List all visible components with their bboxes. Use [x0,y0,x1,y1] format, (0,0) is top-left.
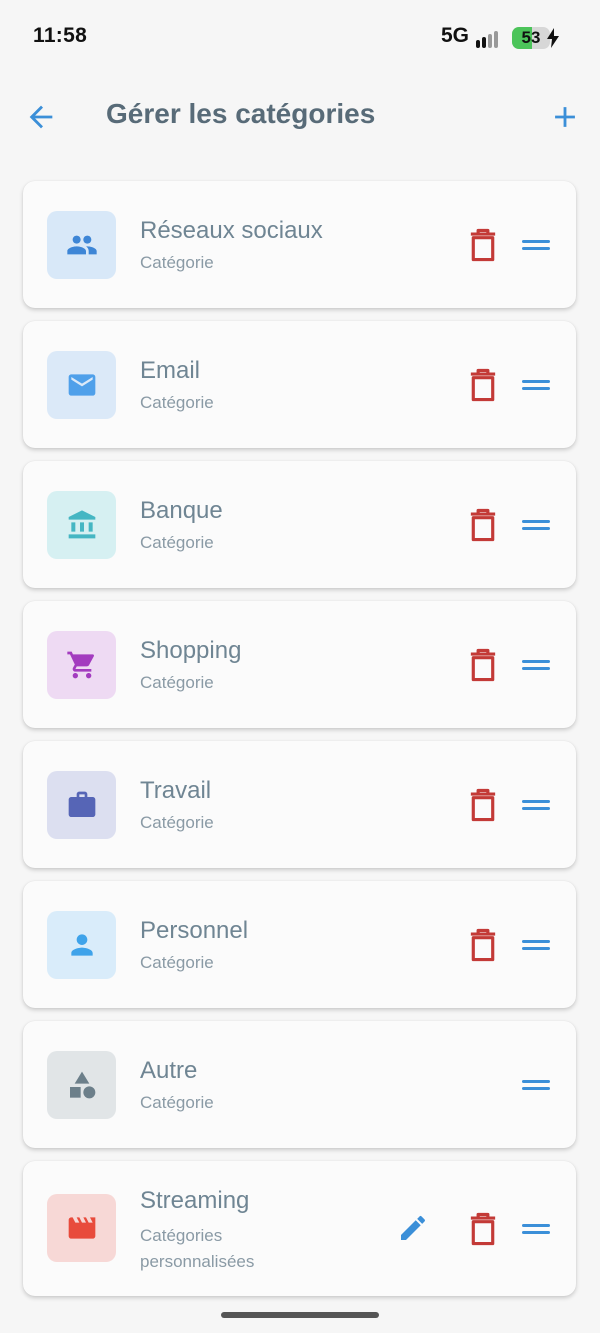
person-icon [70,934,93,956]
battery-icon: 53 [512,27,550,49]
category-card-banque[interactable]: Banque Catégorie [23,461,576,588]
drag-handle-icon[interactable] [520,791,552,819]
drag-handle-icon[interactable] [520,1071,552,1099]
category-name: Email [140,357,201,384]
category-name: Streaming [140,1187,250,1214]
status-bar: 11:58 5G 53 [0,0,600,76]
trash-icon[interactable] [468,788,498,822]
category-subtitle: Catégorie [140,953,214,972]
drag-handle-icon[interactable] [520,371,552,399]
arrow-left-icon[interactable] [24,100,58,134]
battery-level: 53 [521,28,541,47]
category-subtitle: Catégorie [140,393,214,412]
category-icon-box [47,771,116,839]
category-name: Personnel [140,917,249,944]
clapperboard-icon [68,1217,95,1239]
category-subtitle: Catégorie [140,813,214,832]
email-icon [68,374,95,396]
category-icon-box [47,211,116,279]
cart-icon [66,651,94,679]
home-indicator[interactable] [221,1312,379,1318]
category-card-streaming[interactable]: Streaming Catégories personnalisées [23,1161,576,1296]
category-name: Travail [140,777,212,804]
trash-icon[interactable] [468,368,498,402]
category-name: Banque [140,497,223,524]
bank-icon [68,510,95,539]
category-icon-box [47,631,116,699]
category-subtitle: Catégorie [140,253,214,272]
trash-icon[interactable] [468,928,498,962]
trash-icon[interactable] [468,508,498,542]
category-subtitle: Catégories personnalisées [140,1226,255,1271]
network-type: 5G [441,24,470,47]
category-icon-box [47,1051,116,1119]
drag-handle-icon[interactable] [520,931,552,959]
category-card-email[interactable]: Email Catégorie [23,321,576,448]
trash-icon[interactable] [468,648,498,682]
category-icon-box [47,491,116,559]
drag-handle-icon[interactable] [520,651,552,679]
people-icon [66,235,97,255]
category-icon-box [47,911,116,979]
drag-handle-icon[interactable] [520,511,552,539]
trash-icon[interactable] [468,1212,498,1246]
charging-icon [547,28,559,48]
plus-icon[interactable] [548,100,582,134]
category-name: Autre [140,1057,198,1084]
category-name: Shopping [140,637,242,664]
category-card-autre[interactable]: Autre Catégorie [23,1021,576,1148]
category-subtitle: Catégorie [140,1093,214,1112]
drag-handle-icon[interactable] [520,231,552,259]
drag-handle-icon[interactable] [520,1215,552,1243]
category-card-shopping[interactable]: Shopping Catégorie [23,601,576,728]
category-icon-box [47,351,116,419]
category-icon-box [47,1194,116,1262]
pencil-icon[interactable] [397,1212,429,1244]
briefcase-icon [68,791,95,817]
status-time: 11:58 [33,24,88,47]
category-card-reseaux-sociaux[interactable]: Réseaux sociaux Catégorie [23,181,576,308]
signal-icon [476,30,504,48]
category-name: Réseaux sociaux [140,217,323,244]
category-subtitle: Catégorie [140,533,214,552]
trash-icon[interactable] [468,228,498,262]
category-card-personnel[interactable]: Personnel Catégorie [23,881,576,1008]
category-card-travail[interactable]: Travail Catégorie [23,741,576,868]
app-bar: Gérer les catégories [0,80,600,154]
category-subtitle: Catégorie [140,673,214,692]
shapes-icon [69,1071,95,1099]
page-title: Gérer les catégories [106,98,376,129]
